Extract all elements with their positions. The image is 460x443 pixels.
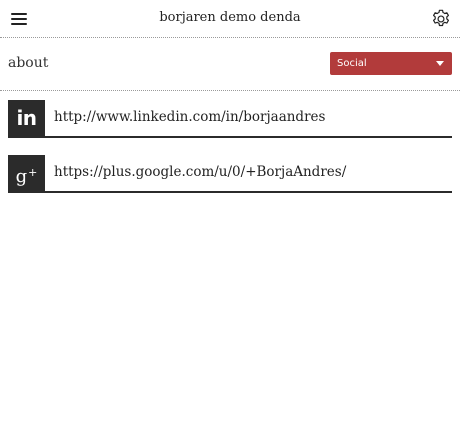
about-label: about [8,55,49,71]
linkedin-url[interactable]: http://www.linkedin.com/in/borjaandres [54,109,325,125]
app-header: borjaren demo denda [0,0,460,38]
category-select-value: Social [337,58,367,69]
google-plus-url[interactable]: https://plus.google.com/u/0/+BorjaAndres… [54,164,346,180]
chevron-down-icon [436,61,444,66]
about-row: about Social [0,38,460,91]
google-plus-icon-plus: + [28,166,38,179]
linkedin-icon-glyph: in [16,106,37,130]
linkedin-icon: in [8,100,45,136]
gear-icon[interactable] [430,8,452,30]
google-plus-icon-glyph: g [15,166,28,187]
google-plus-link-row[interactable]: g+ https://plus.google.com/u/0/+BorjaAnd… [8,155,452,193]
google-plus-icon: g+ [8,155,45,191]
page-title: borjaren demo denda [159,10,301,25]
linkedin-link-row[interactable]: in http://www.linkedin.com/in/borjaandre… [8,100,452,138]
category-select[interactable]: Social [330,52,452,75]
